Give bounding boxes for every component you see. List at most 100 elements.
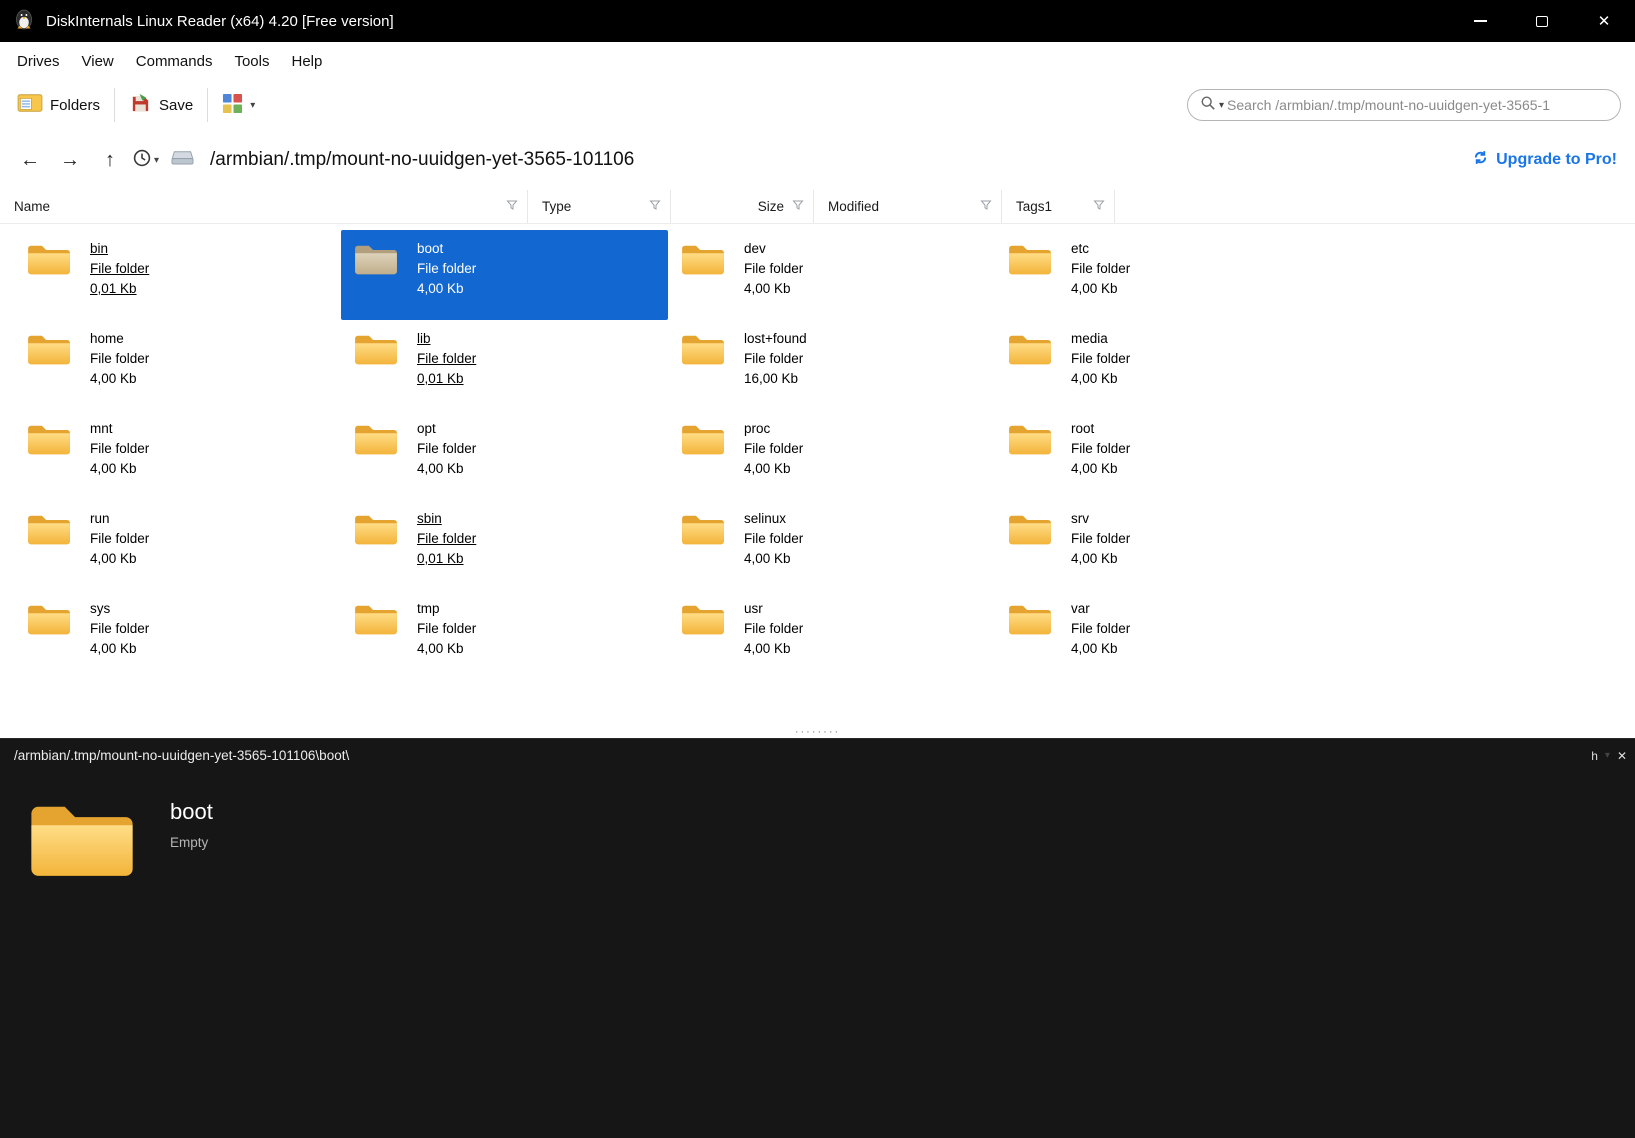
up-button[interactable]: ↑ xyxy=(92,142,128,178)
folders-button[interactable]: Folders xyxy=(8,86,109,124)
folder-icon xyxy=(26,240,72,283)
file-name: run xyxy=(90,511,110,526)
file-name: boot xyxy=(417,241,444,256)
folders-panel-icon xyxy=(17,92,43,118)
file-item-sbin[interactable]: sbin File folder 0,01 Kb xyxy=(341,500,668,590)
folder-icon xyxy=(26,420,72,463)
preview-path: /armbian/.tmp/mount-no-uuidgen-yet-3565-… xyxy=(14,748,350,763)
save-icon xyxy=(129,92,152,119)
file-item-selinux[interactable]: selinux File folder 4,00 Kb xyxy=(668,500,995,590)
search-box[interactable]: ▾ xyxy=(1187,89,1621,121)
upgrade-to-pro-label: Upgrade to Pro! xyxy=(1496,151,1617,168)
file-item-text: selinux File folder 4,00 Kb xyxy=(744,508,803,569)
file-item-run[interactable]: run File folder 4,00 Kb xyxy=(14,500,341,590)
file-item-dev[interactable]: dev File folder 4,00 Kb xyxy=(668,230,995,320)
folder-icon xyxy=(353,240,399,283)
file-type: File folder xyxy=(417,531,477,546)
view-mode-button[interactable]: ▾ xyxy=(213,87,264,124)
save-button[interactable]: Save xyxy=(120,86,202,125)
forward-button[interactable]: → xyxy=(52,142,88,178)
file-item-sys[interactable]: sys File folder 4,00 Kb xyxy=(14,590,341,680)
file-name: mnt xyxy=(90,421,113,436)
column-header-type[interactable]: Type xyxy=(528,190,671,223)
file-item-boot[interactable]: boot File folder 4,00 Kb xyxy=(341,230,668,320)
file-item-tmp[interactable]: tmp File folder 4,00 Kb xyxy=(341,590,668,680)
filter-funnel-icon[interactable] xyxy=(506,199,518,214)
file-type: File folder xyxy=(744,531,804,546)
column-label: Type xyxy=(542,199,572,214)
file-size: 4,00 Kb xyxy=(744,641,791,656)
navigation-bar: ← → ↑ ▾ /armbian/.tmp/mount-no-uuidgen-y… xyxy=(0,130,1635,190)
file-size: 16,00 Kb xyxy=(744,371,799,386)
preview-mode-label[interactable]: h xyxy=(1591,749,1598,763)
filter-funnel-icon[interactable] xyxy=(1093,199,1105,214)
menu-item-help[interactable]: Help xyxy=(281,46,334,77)
file-item-opt[interactable]: opt File folder 4,00 Kb xyxy=(341,410,668,500)
file-type: File folder xyxy=(744,621,804,636)
file-size: 4,00 Kb xyxy=(90,461,137,476)
column-headers: Name Type Size Modified Tags1 xyxy=(0,190,1635,224)
search-scope-caret-icon[interactable]: ▾ xyxy=(1219,100,1224,111)
menu-item-view[interactable]: View xyxy=(71,46,125,77)
folder-icon xyxy=(680,420,726,463)
file-item-lost+found[interactable]: lost+found File folder 16,00 Kb xyxy=(668,320,995,410)
column-header-tags1[interactable]: Tags1 xyxy=(1002,190,1115,223)
filter-funnel-icon[interactable] xyxy=(980,199,992,214)
file-item-var[interactable]: var File folder 4,00 Kb xyxy=(995,590,1322,680)
column-header-name[interactable]: Name xyxy=(0,190,528,223)
maximize-button[interactable] xyxy=(1511,0,1573,42)
file-name: lost+found xyxy=(744,331,807,346)
file-item-root[interactable]: root File folder 4,00 Kb xyxy=(995,410,1322,500)
gripper-dots-icon: ········ xyxy=(794,725,841,738)
titlebar: DiskInternals Linux Reader (x64) 4.20 [F… xyxy=(0,0,1635,42)
column-label: Modified xyxy=(828,199,880,214)
preview-info: boot Empty xyxy=(170,793,213,850)
file-item-srv[interactable]: srv File folder 4,00 Kb xyxy=(995,500,1322,590)
file-size: 4,00 Kb xyxy=(744,281,791,296)
close-button[interactable]: ✕ xyxy=(1573,0,1635,42)
column-header-size[interactable]: Size xyxy=(671,190,814,223)
menu-item-commands[interactable]: Commands xyxy=(125,46,224,77)
file-item-text: proc File folder 4,00 Kb xyxy=(744,418,803,479)
splitter-handle[interactable]: ········ xyxy=(0,725,1635,738)
history-button[interactable]: ▾ xyxy=(132,148,159,173)
file-item-text: tmp File folder 4,00 Kb xyxy=(417,598,476,659)
menu-item-tools[interactable]: Tools xyxy=(223,46,280,77)
filter-funnel-icon[interactable] xyxy=(649,199,661,214)
file-type: File folder xyxy=(1071,351,1131,366)
menu-item-drives[interactable]: Drives xyxy=(6,46,71,77)
file-item-bin[interactable]: bin File folder 0,01 Kb xyxy=(14,230,341,320)
minimize-button[interactable] xyxy=(1449,0,1511,42)
file-item-usr[interactable]: usr File folder 4,00 Kb xyxy=(668,590,995,680)
file-name: etc xyxy=(1071,241,1090,256)
chevron-down-icon[interactable]: ▾ xyxy=(1605,750,1610,761)
folder-icon xyxy=(680,240,726,283)
file-size: 4,00 Kb xyxy=(744,461,791,476)
back-button[interactable]: ← xyxy=(12,142,48,178)
chevron-down-icon: ▾ xyxy=(250,99,256,111)
file-item-text: lib File folder 0,01 Kb xyxy=(417,328,476,389)
file-name: tmp xyxy=(417,601,440,616)
file-item-etc[interactable]: etc File folder 4,00 Kb xyxy=(995,230,1322,320)
file-item-text: sbin File folder 0,01 Kb xyxy=(417,508,476,569)
column-header-modified[interactable]: Modified xyxy=(814,190,1002,223)
view-mode-grid-icon xyxy=(222,93,243,118)
file-item-media[interactable]: media File folder 4,00 Kb xyxy=(995,320,1322,410)
file-type: File folder xyxy=(1071,621,1131,636)
search-icon xyxy=(1200,95,1216,116)
file-type: File folder xyxy=(90,261,150,276)
folder-icon xyxy=(680,330,726,373)
preview-close-icon[interactable]: ✕ xyxy=(1617,749,1627,763)
file-item-text: bin File folder 0,01 Kb xyxy=(90,238,149,299)
search-input[interactable] xyxy=(1227,97,1608,113)
file-name: sbin xyxy=(417,511,442,526)
file-item-mnt[interactable]: mnt File folder 4,00 Kb xyxy=(14,410,341,500)
file-item-proc[interactable]: proc File folder 4,00 Kb xyxy=(668,410,995,500)
back-arrow-icon: ← xyxy=(20,148,40,171)
filter-funnel-icon[interactable] xyxy=(792,199,804,214)
file-name: srv xyxy=(1071,511,1089,526)
folder-icon xyxy=(1007,420,1053,463)
file-item-lib[interactable]: lib File folder 0,01 Kb xyxy=(341,320,668,410)
upgrade-to-pro-link[interactable]: Upgrade to Pro! xyxy=(1472,149,1617,171)
file-item-home[interactable]: home File folder 4,00 Kb xyxy=(14,320,341,410)
